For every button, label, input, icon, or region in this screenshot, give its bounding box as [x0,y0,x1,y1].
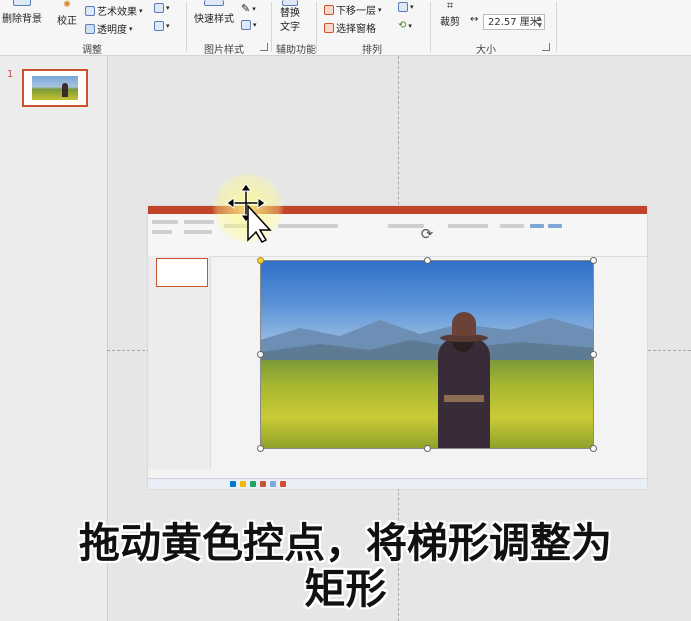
selection-pane-button[interactable]: 选择窗格 [324,20,376,35]
artistic-effects-button[interactable]: 艺术效果 ▾ [85,3,143,18]
width-icon: ↔ [470,14,479,25]
corrections-button[interactable]: ✺ 校正 [57,0,77,27]
adjust-handle-yellow[interactable] [257,257,264,264]
embedded-thumbnail [156,258,208,287]
resize-handle-top[interactable] [424,257,431,264]
thumbnail-figure [62,83,68,97]
width-spinner[interactable]: 22.57 厘米 ▲ ▼ [483,14,545,30]
quick-styles-button[interactable]: 快速样式 [194,0,234,25]
slide-thumbnail[interactable] [22,69,88,107]
group-label-picture-styles: 图片样式 [204,45,244,56]
quick-styles-icon [204,0,224,6]
group-label-arrange: 排列 [362,45,382,56]
resize-handle-bottom[interactable] [424,445,431,452]
rotate-objects-icon: ⟲ [398,20,407,31]
divider [271,2,272,52]
resize-handle-bottom-right[interactable] [590,445,597,452]
rotate-icon[interactable]: ⟳ [419,226,435,242]
picture-effects-button[interactable]: ▾ [241,20,257,30]
picture-styles-launcher[interactable] [260,43,268,51]
embedded-thumbnail-pane [148,256,211,469]
transparency-button[interactable]: 透明度 ▾ [85,21,133,36]
align-icon [398,2,408,12]
caption-line-1: 拖动黄色控点，将梯形调整为 [79,519,612,567]
group-label-adjust: 调整 [82,45,102,56]
artistic-effects-icon [85,5,95,16]
selection-box [260,260,594,449]
thumbnail-picture [32,76,78,100]
divider [316,2,317,52]
picture-border-button[interactable]: ✎ ▾ [241,2,256,15]
rotate-objects-button[interactable]: ⟲ ▾ [398,20,412,31]
resize-handle-top-right[interactable] [590,257,597,264]
size-launcher[interactable] [542,43,550,51]
resize-handle-bottom-left[interactable] [257,445,264,452]
alt-text-button[interactable]: 替换 文字 [280,0,300,34]
reset-picture-icon [154,21,164,31]
slide-number: 1 [7,69,14,80]
pen-icon: ✎ [241,2,251,15]
caption-line-2: 矩形 [304,565,387,613]
resize-handle-right[interactable] [590,351,597,358]
corrections-icon: ✺ [63,0,71,10]
resize-handle-left[interactable] [257,351,264,358]
divider [430,2,431,52]
reset-picture-button[interactable]: ▾ [154,21,170,31]
change-picture-icon [154,3,164,13]
crop-icon: ⌗ [446,0,454,12]
transparency-icon [85,23,95,34]
picture-effects-icon [241,20,251,30]
remove-background-button[interactable]: 删除背景 [2,0,42,25]
ribbon: 删除背景 ✺ 校正 艺术效果 ▾ 透明度 ▾ ▾ ▾ 调整 快速样式 ✎ ▾ ▾ 图片… [0,0,691,56]
change-picture-button[interactable]: ▾ [154,3,170,13]
subtitle-caption: 拖动黄色控点，将梯形调整为 矩形 [0,520,691,612]
embedded-taskbar [148,478,647,489]
group-label-accessibility: 辅助功能 [276,45,316,56]
spinner-arrows-icon[interactable]: ▲ ▼ [537,15,542,29]
send-backward-icon [324,4,334,15]
alt-text-icon [282,0,298,6]
send-backward-button[interactable]: 下移一层 ▾ [324,2,382,17]
move-cursor-icon [226,184,272,243]
divider [186,2,187,52]
selection-pane-icon [324,22,334,33]
crop-button[interactable]: ⌗ 裁剪 [440,0,460,28]
group-label-size: 大小 [476,45,496,56]
align-button[interactable]: ▾ [398,2,414,12]
divider [556,2,557,52]
remove-background-icon [13,0,31,6]
